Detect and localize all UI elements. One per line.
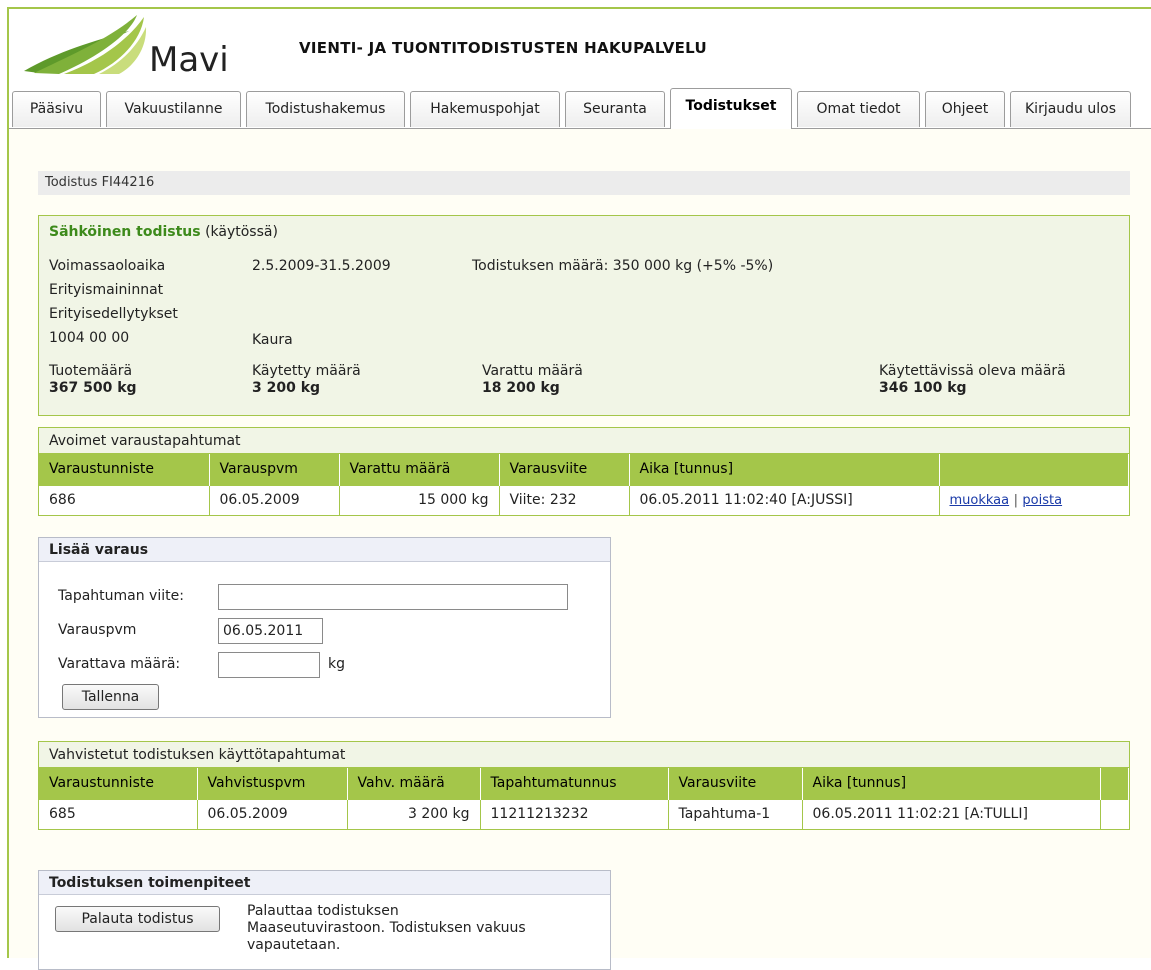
event-id: 11211213232 xyxy=(480,798,669,829)
amount-input[interactable] xyxy=(218,652,320,678)
mavi-logo-icon: Mavi xyxy=(24,15,229,80)
app-title: VIENTI- JA TUONTITODISTUSTEN HAKUPALVELU xyxy=(299,39,707,57)
certificate-actions-title: Todistuksen toimenpiteet xyxy=(39,871,610,895)
date-label: Varauspvm xyxy=(58,622,137,638)
tab-omat-tiedot[interactable]: Omat tiedot xyxy=(797,91,920,127)
main-tabs: Pääsivu Vakuustilanne Todistushakemus Ha… xyxy=(9,88,1151,129)
header: Mavi VIENTI- JA TUONTITODISTUSTEN HAKUPA… xyxy=(9,9,1151,89)
mavi-logo: Mavi xyxy=(19,11,269,81)
table-row: 685 06.05.2009 3 200 kg 11211213232 Tapa… xyxy=(39,798,1129,829)
column-header: Varausviite xyxy=(668,768,803,799)
logo-text: Mavi xyxy=(149,40,229,80)
tab-todistushakemus[interactable]: Todistushakemus xyxy=(246,91,405,127)
column-header: Vahv. määrä xyxy=(347,768,481,799)
event-amount: 3 200 kg xyxy=(347,798,481,829)
event-reservation-id: 685 xyxy=(39,798,198,829)
return-certificate-button[interactable]: Palauta todistus xyxy=(55,906,220,932)
product-name: Kaura xyxy=(252,332,293,348)
certificate-panel: Sähköinen todistus (käytössä) Voimassaol… xyxy=(38,215,1130,416)
column-header: Varattu määrä xyxy=(339,454,500,485)
add-reservation-title: Lisää varaus xyxy=(39,538,610,562)
column-header: Varaustunniste xyxy=(39,768,198,799)
return-desc-line: vapautetaan. xyxy=(247,937,341,953)
total-available-label: Käytettävissä oleva määrä xyxy=(879,363,1066,379)
total-available-value: 346 100 kg xyxy=(879,380,967,396)
reservation-actions: muokkaa | poista xyxy=(939,484,1129,515)
certificate-heading: Sähköinen todistus (käytössä) xyxy=(49,224,278,240)
open-reservations-table: Varaustunniste Varauspvm Varattu määrä V… xyxy=(39,454,1129,515)
table-row: 686 06.05.2009 15 000 kg Viite: 232 06.0… xyxy=(39,484,1129,515)
special-conditions-label: Erityisedellytykset xyxy=(49,306,178,322)
tab-paasivu[interactable]: Pääsivu xyxy=(12,91,101,127)
tab-hakemuspohjat[interactable]: Hakemuspohjat xyxy=(410,91,560,127)
certificate-status: (käytössä) xyxy=(205,224,278,240)
product-code: 1004 00 00 xyxy=(49,330,130,346)
column-header: Vahvistuspvm xyxy=(197,768,348,799)
breadcrumb: Todistus FI44216 xyxy=(38,171,1130,195)
total-used-label: Käytetty määrä xyxy=(252,363,361,379)
edit-reservation-link[interactable]: muokkaa xyxy=(950,493,1010,508)
delete-reservation-link[interactable]: poista xyxy=(1022,493,1062,508)
return-desc-line: Palauttaa todistuksen xyxy=(247,903,399,919)
tab-kirjaudu-ulos[interactable]: Kirjaudu ulos xyxy=(1010,91,1131,127)
open-reservations-title: Avoimet varaustapahtumat xyxy=(39,428,1129,454)
tab-ohjeet[interactable]: Ohjeet xyxy=(925,91,1005,127)
open-reservations-panel: Avoimet varaustapahtumat Varaustunniste … xyxy=(38,427,1130,516)
event-time: 06.05.2011 11:02:21 [A:TULLI] xyxy=(802,798,1101,829)
event-empty-cell xyxy=(1100,798,1129,829)
reservation-time: 06.05.2011 11:02:40 [A:JUSSI] xyxy=(629,484,940,515)
ref-input[interactable] xyxy=(218,584,568,610)
column-header: Tapahtumatunnus xyxy=(480,768,669,799)
return-description: Palauttaa todistuksen Maaseutuvirastoon.… xyxy=(247,903,526,954)
validity-value: 2.5.2009-31.5.2009 xyxy=(252,258,391,274)
confirmed-events-panel: Vahvistetut todistuksen käyttötapahtumat… xyxy=(38,741,1130,830)
reservation-amount: 15 000 kg xyxy=(339,484,500,515)
page-frame: Mavi VIENTI- JA TUONTITODISTUSTEN HAKUPA… xyxy=(7,7,1151,970)
tab-todistukset[interactable]: Todistukset xyxy=(670,88,792,129)
validity-label: Voimassaoloaika xyxy=(49,258,166,274)
add-reservation-form: Lisää varaus Tapahtuman viite: Varauspvm… xyxy=(38,537,611,718)
certificate-title: Sähköinen todistus xyxy=(49,224,201,240)
certificate-amount: Todistuksen määrä: 350 000 kg (+5% -5%) xyxy=(472,258,774,274)
amount-unit: kg xyxy=(328,656,345,672)
column-header: Varaustunniste xyxy=(39,454,210,485)
tab-vakuustilanne[interactable]: Vakuustilanne xyxy=(106,91,241,127)
return-desc-line: Maaseutuvirastoon. Todistuksen vakuus xyxy=(247,920,526,936)
column-header xyxy=(1100,768,1129,799)
total-reserved-label: Varattu määrä xyxy=(482,363,583,379)
certificate-actions-panel: Todistuksen toimenpiteet Palauta todistu… xyxy=(38,870,611,970)
table-header-row: Varaustunniste Vahvistuspvm Vahv. määrä … xyxy=(39,768,1129,799)
link-separator: | xyxy=(1013,493,1018,509)
confirmed-events-table: Varaustunniste Vahvistuspvm Vahv. määrä … xyxy=(39,768,1129,829)
date-input[interactable]: 06.05.2011 xyxy=(218,618,323,644)
tab-seuranta[interactable]: Seuranta xyxy=(565,91,665,127)
save-button[interactable]: Tallenna xyxy=(62,684,159,710)
reservation-date: 06.05.2009 xyxy=(209,484,340,515)
total-used-value: 3 200 kg xyxy=(252,380,321,396)
column-header: Aika [tunnus] xyxy=(802,768,1101,799)
event-ref: Tapahtuma-1 xyxy=(668,798,803,829)
table-header-row: Varaustunniste Varauspvm Varattu määrä V… xyxy=(39,454,1129,485)
column-header: Varausviite xyxy=(499,454,630,485)
column-header: Aika [tunnus] xyxy=(629,454,940,485)
reservation-ref: Viite: 232 xyxy=(499,484,630,515)
ref-label: Tapahtuman viite: xyxy=(58,588,184,604)
column-header: Varauspvm xyxy=(209,454,340,485)
event-confirm-date: 06.05.2009 xyxy=(197,798,348,829)
total-product-label: Tuotemäärä xyxy=(49,363,133,379)
column-header xyxy=(939,454,1129,485)
confirmed-events-title: Vahvistetut todistuksen käyttötapahtumat xyxy=(39,742,1129,768)
special-mentions-label: Erityismaininnat xyxy=(49,282,164,298)
total-product-value: 367 500 kg xyxy=(49,380,137,396)
amount-label: Varattava määrä: xyxy=(58,656,181,672)
reservation-id: 686 xyxy=(39,484,210,515)
total-reserved-value: 18 200 kg xyxy=(482,380,560,396)
